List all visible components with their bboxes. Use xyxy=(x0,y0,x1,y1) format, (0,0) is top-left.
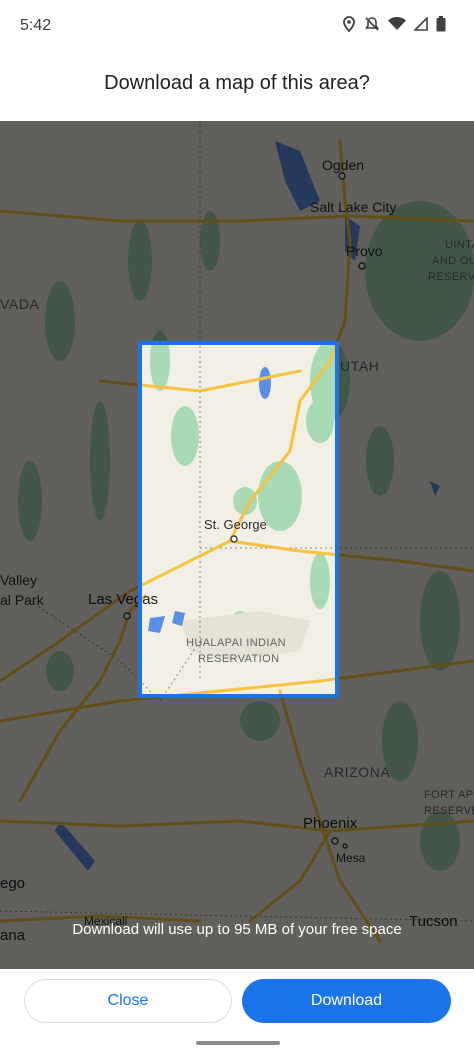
wifi-icon xyxy=(388,17,406,31)
action-bar: Close Download xyxy=(0,969,474,1053)
map-label-valley-1: Valley xyxy=(0,572,38,588)
map-label-fort-1: FORT AP xyxy=(424,789,474,801)
mute-icon xyxy=(364,16,380,32)
map-label-nevada: VADA xyxy=(0,296,40,312)
map-label-utah: UTAH xyxy=(340,358,380,374)
download-size-info: Download will use up to 95 MB of your fr… xyxy=(72,921,402,938)
download-button[interactable]: Download xyxy=(242,979,451,1023)
map-label-arizona: ARIZONA xyxy=(324,764,391,780)
status-bar: 5:42 xyxy=(0,0,474,56)
map-label-mesa: Mesa xyxy=(336,851,366,865)
dialog-title: Download a map of this area? xyxy=(104,72,370,94)
battery-icon xyxy=(436,16,446,32)
map-label-ogden: Ogden xyxy=(322,157,365,173)
home-indicator[interactable] xyxy=(196,1041,280,1045)
map-label-phoenix: Phoenix xyxy=(303,815,358,832)
map-label-ego: ego xyxy=(0,875,26,892)
map-view[interactable]: Ogden Salt Lake City Provo UINTA AND OU … xyxy=(0,121,474,969)
signal-icon xyxy=(414,17,428,31)
close-button[interactable]: Close xyxy=(24,979,232,1023)
status-icons xyxy=(342,16,446,32)
map-label-salt-lake-city: Salt Lake City xyxy=(310,199,397,215)
location-icon xyxy=(342,16,356,32)
status-time: 5:42 xyxy=(20,17,52,34)
map-label-fort-2: RESERVE xyxy=(424,805,474,817)
map-label-uinta-1: UINTA xyxy=(445,239,474,251)
map-label-uinta-3: RESERVA xyxy=(428,271,474,283)
map-label-valley-2: al Park xyxy=(0,592,44,608)
map-label-uinta-2: AND OU xyxy=(432,255,474,267)
map-label-provo: Provo xyxy=(346,243,383,259)
download-area-selection[interactable] xyxy=(138,341,339,698)
